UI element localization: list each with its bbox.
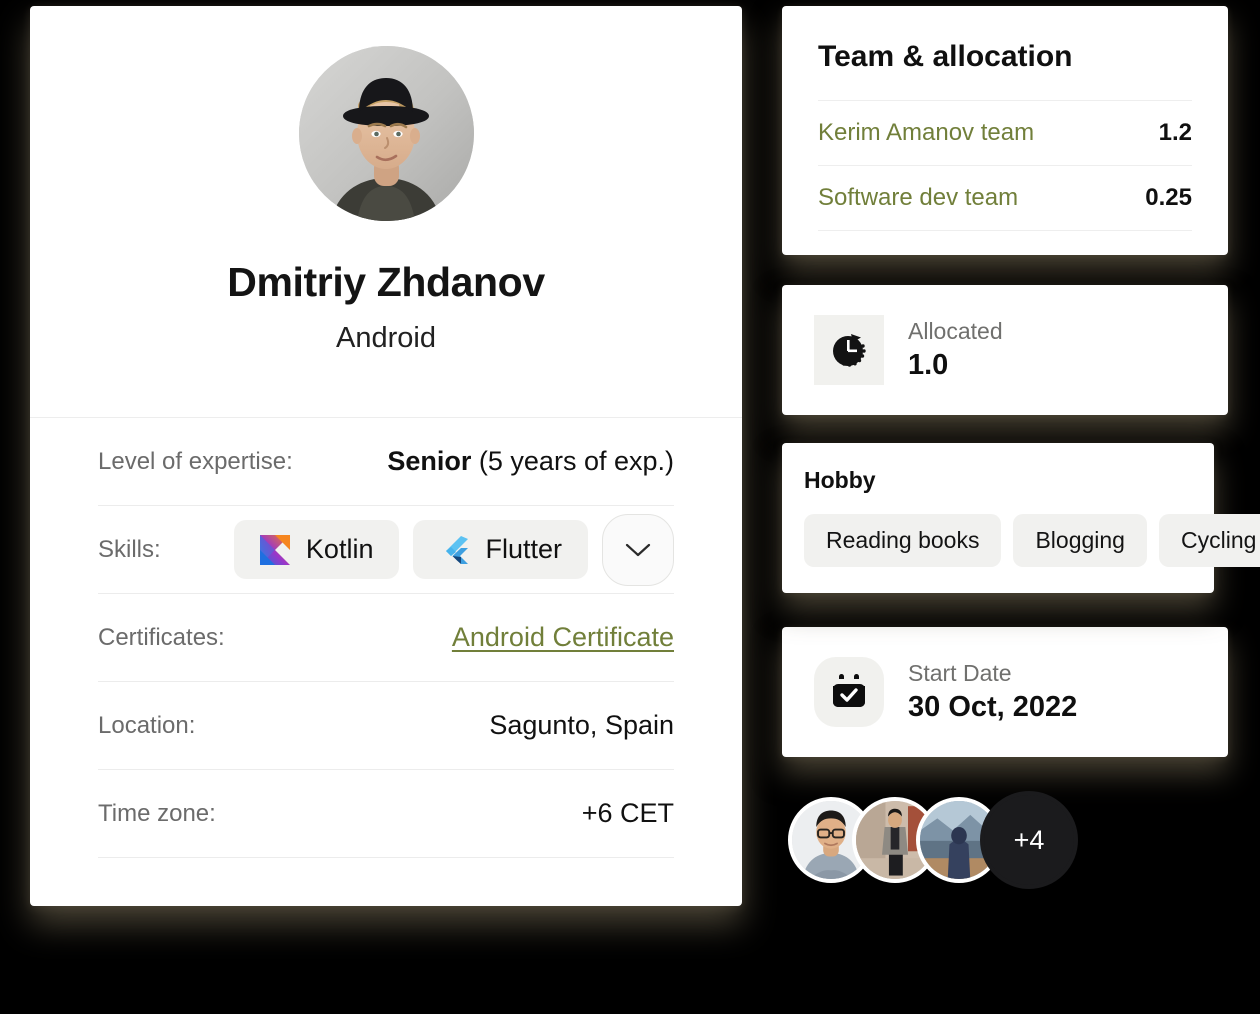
hobby-chip[interactable]: Reading books — [804, 514, 1002, 567]
team-name-link[interactable]: Software dev team — [818, 184, 1018, 212]
skills-list: Kotlin Flutter — [233, 513, 674, 586]
location-label: Location: — [98, 711, 196, 739]
profile-name: Dmitriy Zhdanov — [227, 259, 545, 305]
team-card-title: Team & allocation — [818, 40, 1073, 73]
location-value: Sagunto, Spain — [489, 710, 674, 740]
hobby-card-title: Hobby — [804, 467, 876, 493]
timezone-label: Time zone: — [98, 799, 216, 827]
detail-row-location: Location: Sagunto, Spain — [98, 682, 674, 770]
avatar-overflow-count[interactable]: +4 — [980, 791, 1078, 889]
skill-label-flutter: Flutter — [485, 534, 562, 564]
table-row[interactable]: Kerim Amanov team 1.2 — [818, 100, 1192, 165]
kotlin-icon — [259, 534, 290, 565]
allocated-value: 1.0 — [908, 349, 949, 381]
start-date-label: Start Date — [908, 660, 1012, 686]
avatar — [298, 46, 474, 221]
team-allocation-value: 0.25 — [1145, 184, 1192, 211]
profile-details: Level of expertise: Senior (5 years of e… — [30, 418, 742, 858]
expertise-years: (5 years of exp.) — [471, 446, 674, 476]
skill-label-kotlin: Kotlin — [305, 534, 374, 564]
profile-card: Dmitriy Zhdanov Android Level of experti… — [30, 6, 742, 906]
certificates-label: Certificates: — [98, 623, 225, 651]
screen: Dmitriy Zhdanov Android Level of experti… — [0, 0, 1260, 1014]
member-avatar-stack: +4 — [782, 791, 1228, 889]
timezone-value: +6 CET — [581, 798, 674, 828]
certificate-link[interactable]: Android Certificate — [452, 622, 674, 653]
allocated-text-block: Allocated 1.0 — [908, 318, 1003, 382]
more-skills-button[interactable] — [602, 513, 674, 586]
team-name-link[interactable]: Kerim Amanov team — [818, 119, 1034, 147]
flutter-icon — [439, 535, 469, 565]
hobby-chip-list: Reading books Blogging Cycling — [804, 514, 1260, 567]
expertise-level: Senior — [387, 446, 472, 476]
start-date-card: Start Date 30 Oct, 2022 — [782, 627, 1228, 757]
start-date-value: 30 Oct, 2022 — [908, 691, 1078, 723]
table-row[interactable]: Software dev team 0.25 — [818, 165, 1192, 231]
allocated-label: Allocated — [908, 318, 1003, 344]
calendar-check-icon — [814, 657, 884, 727]
skills-label: Skills: — [98, 535, 161, 563]
detail-row-expertise: Level of expertise: Senior (5 years of e… — [98, 418, 674, 506]
team-allocation-value: 1.2 — [1158, 119, 1192, 146]
allocated-card: Allocated 1.0 — [782, 285, 1228, 415]
chevron-down-icon — [625, 543, 651, 556]
skill-chip-flutter[interactable]: Flutter — [413, 520, 588, 579]
hobby-chip[interactable]: Cycling — [1158, 514, 1260, 567]
detail-row-skills: Skills: Kotlin Flutter — [98, 506, 674, 594]
start-date-text-block: Start Date 30 Oct, 2022 — [908, 660, 1077, 724]
detail-row-certificates: Certificates: Android Certificate — [98, 594, 674, 682]
detail-row-timezone: Time zone: +6 CET — [98, 770, 674, 858]
hobby-chip[interactable]: Blogging — [1013, 514, 1147, 567]
hobby-card: Hobby Reading books Blogging Cycling — [782, 443, 1260, 593]
expertise-label: Level of expertise: — [98, 447, 293, 475]
clock-icon — [814, 315, 884, 385]
right-column: Team & allocation Kerim Amanov team 1.2 … — [782, 6, 1260, 889]
profile-role: Android — [336, 322, 436, 354]
skill-chip-kotlin[interactable]: Kotlin — [233, 520, 400, 579]
expertise-value: Senior (5 years of exp.) — [387, 446, 674, 477]
team-allocation-card: Team & allocation Kerim Amanov team 1.2 … — [782, 6, 1228, 255]
profile-header: Dmitriy Zhdanov Android — [30, 6, 742, 418]
